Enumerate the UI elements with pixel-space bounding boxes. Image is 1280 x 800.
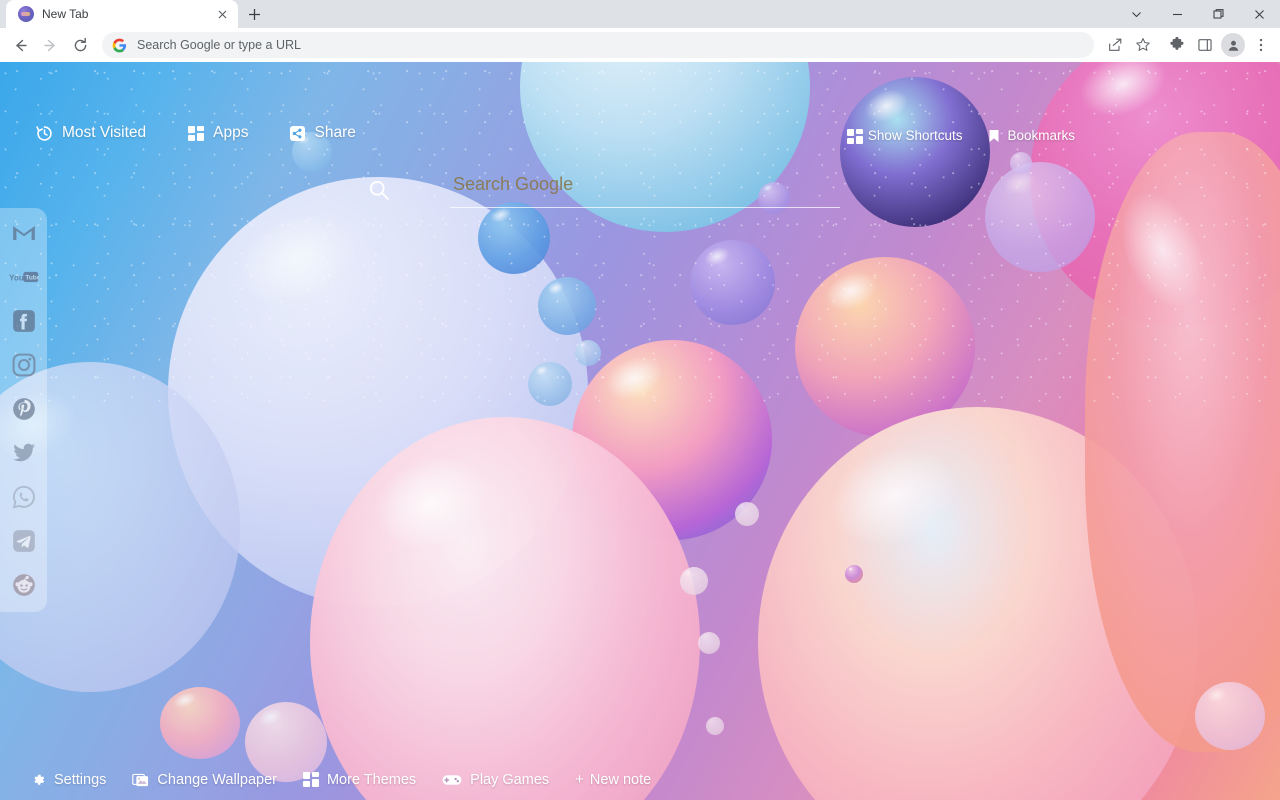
dock-item-whatsapp[interactable] (9, 482, 39, 512)
browser-tab-new-tab[interactable]: New Tab (6, 0, 238, 28)
nav-item-label: Show Shortcuts (867, 128, 963, 143)
history-clock-icon (36, 125, 53, 142)
magnifier-icon[interactable] (367, 178, 391, 202)
reload-button[interactable] (66, 31, 94, 59)
window-controls (1116, 0, 1280, 28)
dock-item-instagram[interactable] (9, 350, 39, 380)
dock-item-pinterest[interactable] (9, 394, 39, 424)
chevron-down-icon[interactable] (1116, 0, 1157, 28)
tab-favicon (18, 6, 34, 22)
share-icon[interactable] (1102, 32, 1128, 58)
nav-item-label: Apps (213, 124, 249, 141)
browser-window: New Tab Search Google or type a URL Most… (0, 0, 1280, 800)
images-icon (132, 772, 149, 788)
maximize-restore-icon[interactable] (1198, 0, 1239, 28)
bottom-item-change-wallpaper[interactable]: Change Wallpaper (132, 772, 277, 788)
side-panel-icon[interactable] (1192, 32, 1218, 58)
svg-text:You: You (9, 273, 24, 282)
bookmark-star-icon[interactable] (1130, 32, 1156, 58)
toolbar-actions (1102, 32, 1274, 58)
bottom-item-label: Settings (54, 771, 107, 788)
dock-item-telegram[interactable] (9, 526, 39, 556)
plus-icon: + (575, 771, 584, 788)
tab-close-icon[interactable] (214, 6, 230, 22)
forward-button[interactable] (36, 31, 64, 59)
new-tab-page: Most Visited Apps Share Show Shortcuts B… (0, 62, 1280, 800)
bottom-item-more-themes[interactable]: More Themes (302, 771, 417, 788)
close-window-icon[interactable] (1239, 0, 1280, 28)
ntp-top-right-group: Show Shortcuts Bookmarks (846, 128, 1075, 144)
gear-icon (30, 772, 46, 788)
gamepad-icon (442, 773, 462, 787)
bottom-item-play-games[interactable]: Play Games (442, 772, 549, 788)
extensions-puzzle-icon[interactable] (1164, 32, 1190, 58)
bottom-item-label: New note (589, 771, 652, 788)
nav-item-bookmarks[interactable]: Bookmarks (988, 128, 1075, 143)
dock-item-gmail[interactable] (9, 218, 39, 248)
nav-item-label: Most Visited (62, 124, 147, 141)
ntp-bottom-bar: Settings Change Wallpaper More Themes Pl… (30, 771, 651, 788)
search-underline (450, 207, 840, 208)
dock-item-reddit[interactable] (9, 570, 39, 600)
bottom-item-label: Change Wallpaper (157, 771, 277, 788)
address-bar-text: Search Google or type a URL (137, 38, 301, 52)
tab-strip: New Tab (0, 0, 1280, 28)
tab-title: New Tab (42, 7, 89, 21)
dock-item-youtube[interactable]: You Tube (9, 262, 39, 292)
svg-text:Tube: Tube (25, 275, 39, 282)
nav-item-label: Bookmarks (1007, 128, 1075, 143)
bottom-item-label: More Themes (326, 771, 417, 788)
grid-shortcuts-icon (846, 129, 863, 144)
grid-themes-icon (302, 772, 319, 787)
pastel-bubbles-wallpaper (0, 62, 1280, 800)
ntp-search (450, 174, 840, 208)
nav-item-share[interactable]: Share (290, 124, 356, 142)
share-icon (290, 125, 306, 141)
nav-item-apps[interactable]: Apps (188, 124, 248, 142)
nav-item-most-visited[interactable]: Most Visited (36, 124, 146, 142)
three-dot-menu-icon[interactable] (1248, 32, 1274, 58)
browser-toolbar: Search Google or type a URL (0, 28, 1280, 62)
google-g-icon (112, 38, 127, 53)
bottom-item-settings[interactable]: Settings (30, 772, 106, 788)
search-input[interactable] (450, 174, 840, 207)
dock-item-facebook[interactable] (9, 306, 39, 336)
profile-avatar-icon[interactable] (1221, 33, 1245, 57)
ntp-top-nav: Most Visited Apps Share Show Shortcuts B… (0, 62, 1280, 162)
new-tab-button[interactable] (240, 0, 268, 28)
grid-apps-icon (188, 125, 205, 141)
bottom-item-new-note[interactable]: + New note (575, 771, 651, 788)
nav-item-show-shortcuts[interactable]: Show Shortcuts (846, 128, 963, 144)
dock-item-twitter[interactable] (9, 438, 39, 468)
ntp-top-left-group: Most Visited Apps Share (36, 124, 356, 142)
back-button[interactable] (6, 31, 34, 59)
address-bar[interactable]: Search Google or type a URL (102, 32, 1094, 58)
bookmark-ribbon-icon (988, 129, 1000, 143)
nav-item-label: Share (314, 124, 356, 141)
social-shortcut-dock: You Tube (0, 208, 47, 612)
minimize-icon[interactable] (1157, 0, 1198, 28)
bottom-item-label: Play Games (470, 771, 550, 788)
